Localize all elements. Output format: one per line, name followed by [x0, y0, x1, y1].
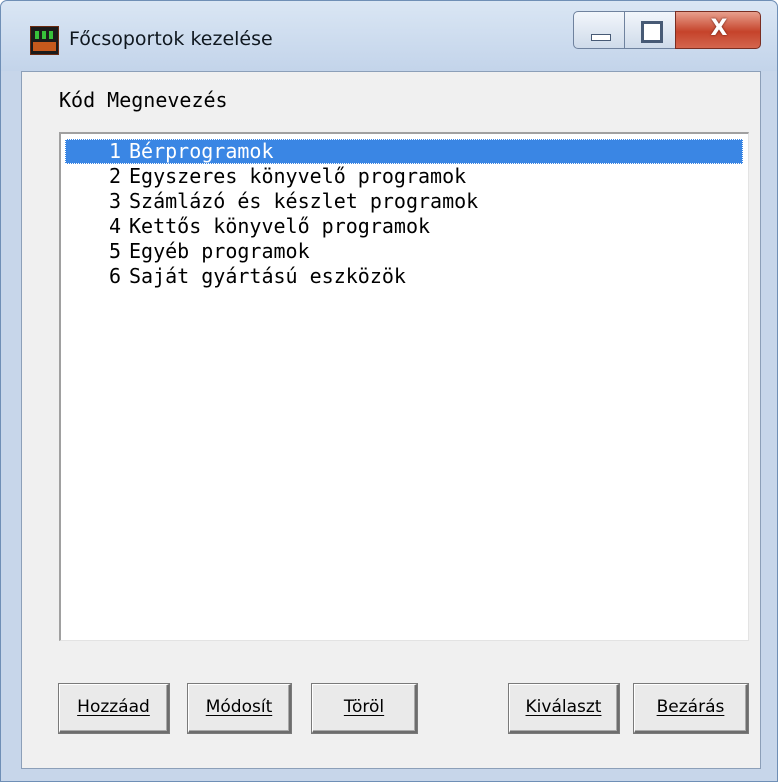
- app-icon[interactable]: [30, 26, 59, 55]
- caption-buttons: X: [573, 11, 761, 51]
- list-column-header: Kód Megnevezés: [59, 88, 228, 112]
- delete-button[interactable]: Töröl: [312, 684, 417, 733]
- list-item-code: 5: [108, 239, 121, 263]
- list-item-name: Bérprogramok: [129, 139, 274, 163]
- select-button[interactable]: Kiválaszt: [509, 684, 619, 733]
- window-title: Főcsoportok kezelése: [69, 28, 273, 50]
- list-item-name: Saját gyártású eszközök: [129, 264, 406, 288]
- maximize-icon: [641, 21, 663, 43]
- list-item-code: 4: [108, 214, 121, 238]
- list-item[interactable]: 6 Saját gyártású eszközök: [65, 264, 743, 289]
- category-listbox[interactable]: 1 Bérprogramok 2 Egyszeres könyvelő program…: [59, 132, 749, 641]
- client-area: Kód Megnevezés 1 Bérprogramok 2 Egyszeres k…: [21, 71, 761, 769]
- list-item-name: Számlázó és készlet programok: [129, 189, 479, 213]
- app-icon-bar: [49, 31, 53, 39]
- list-item[interactable]: 5 Egyéb programok: [65, 239, 743, 264]
- list-item[interactable]: 4 Kettős könyvelő programok: [65, 214, 743, 239]
- list-item-name: Egyszeres könyvelő programok: [129, 164, 467, 188]
- modify-button[interactable]: Módosít: [188, 684, 291, 733]
- close-icon: X: [710, 16, 728, 41]
- dialog-window: Főcsoportok kezelése X Kód Megnevezés 1B…: [0, 0, 778, 782]
- list-item[interactable]: 1 Bérprogramok: [65, 139, 743, 164]
- list-item-code: 2: [108, 164, 121, 188]
- list-item-name: Egyéb programok: [129, 239, 310, 263]
- title-bar[interactable]: Főcsoportok kezelése X: [1, 1, 777, 71]
- list-item-code: 3: [108, 189, 121, 213]
- app-icon-bar: [35, 31, 39, 39]
- minimize-button[interactable]: [573, 11, 625, 49]
- app-icon-base: [33, 42, 56, 51]
- list-item[interactable]: 2 Egyszeres könyvelő programok: [65, 164, 743, 189]
- maximize-button[interactable]: [624, 11, 676, 49]
- minimize-icon: [591, 34, 611, 41]
- list-item-code: 6: [108, 264, 121, 288]
- add-button[interactable]: Hozzáad: [59, 684, 169, 733]
- list-item-name: Kettős könyvelő programok: [129, 214, 431, 238]
- close-button[interactable]: X: [675, 11, 761, 49]
- list-item[interactable]: 3 Számlázó és készlet programok: [65, 189, 743, 214]
- app-icon-bar: [42, 31, 46, 39]
- close-dialog-button[interactable]: Bezárás: [634, 684, 748, 733]
- list-item-code: 1: [108, 139, 121, 163]
